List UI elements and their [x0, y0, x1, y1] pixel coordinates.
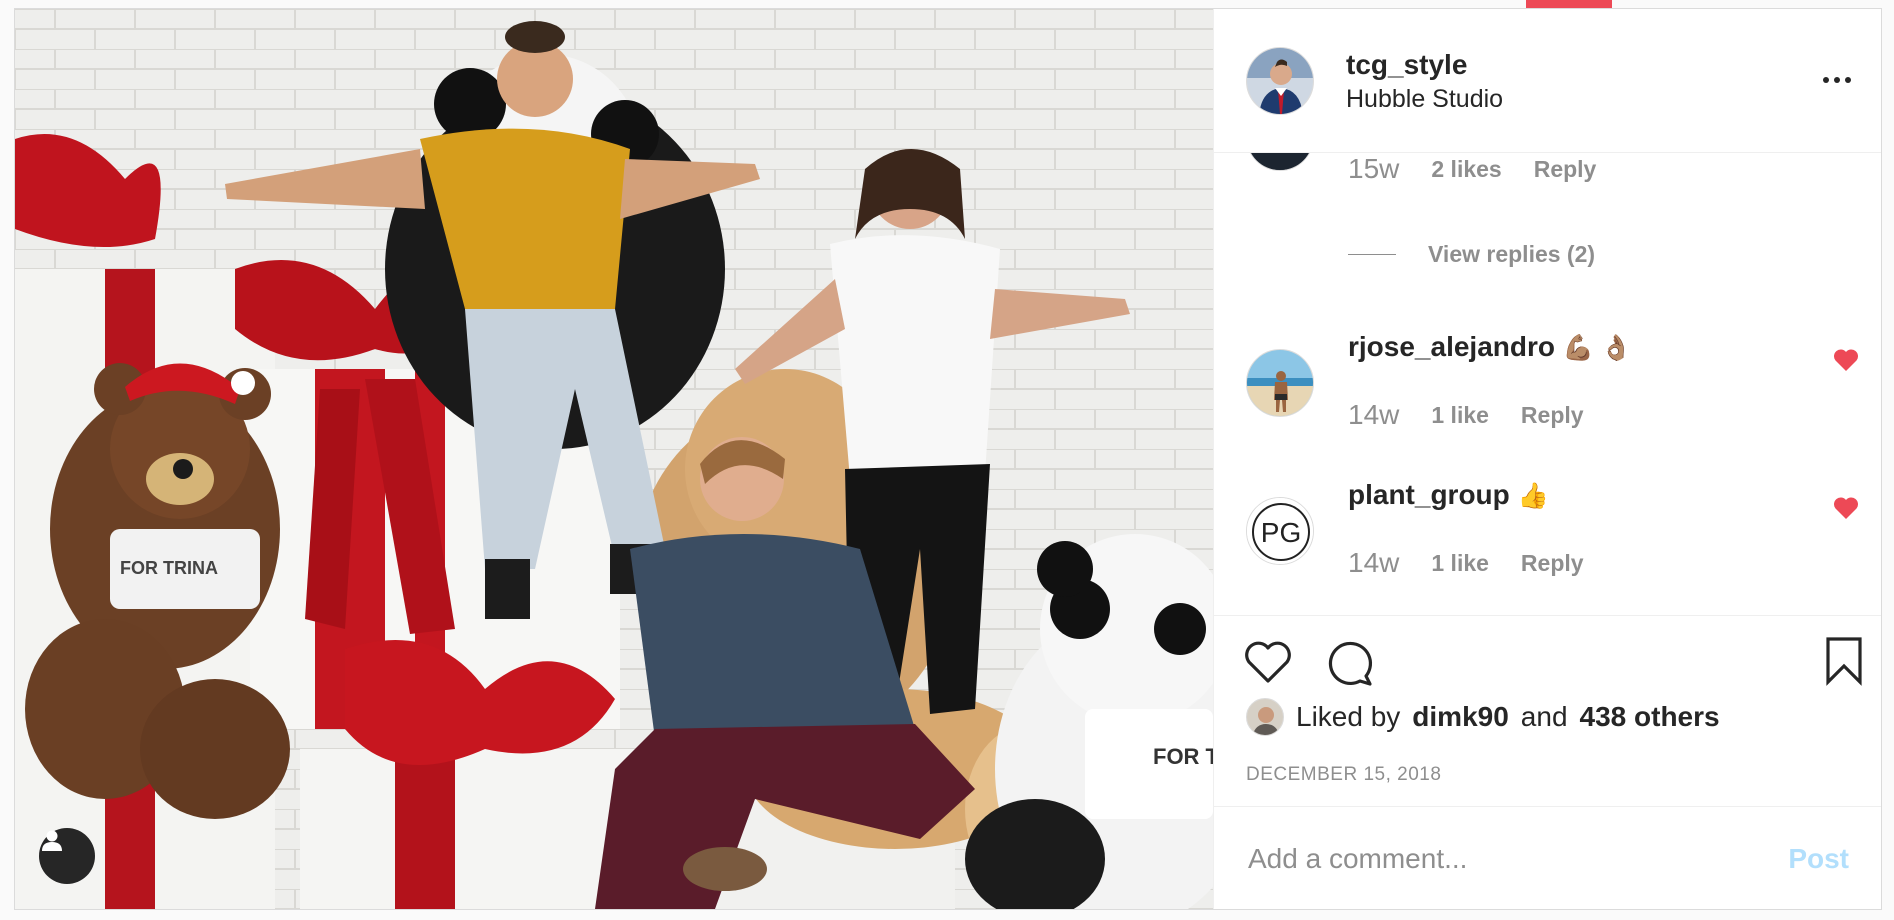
reply-button[interactable]: Reply [1521, 402, 1584, 429]
comment-author-name[interactable]: plant_group [1348, 479, 1510, 510]
comment-author[interactable]: plant_group 👍 [1348, 479, 1549, 511]
comment-likes[interactable]: 1 like [1431, 550, 1489, 577]
comment-avatar[interactable]: PG [1246, 497, 1314, 565]
reply-button[interactable]: Reply [1534, 156, 1597, 183]
comment-input[interactable] [1246, 837, 1750, 881]
owner-avatar[interactable] [1246, 47, 1314, 115]
owner-avatar-image [1247, 48, 1313, 114]
user-tag-icon [42, 830, 62, 851]
comment-likes[interactable]: 1 like [1431, 402, 1489, 429]
more-icon-dot [1823, 77, 1829, 83]
liked-by-user[interactable]: dimk90 [1412, 701, 1509, 733]
liked-by-connector: and [1520, 701, 1568, 732]
add-comment-form: Post [1214, 807, 1881, 909]
bookmark-icon[interactable] [1824, 636, 1864, 686]
comment-author[interactable]: rjose_alejandro 💪🏽 👌🏽 [1348, 331, 1632, 363]
post-actions: Liked by dimk90 and 438 others DECEMBER … [1214, 615, 1881, 807]
comment-avatar-clipped[interactable] [1246, 153, 1314, 171]
comment-avatar-image [1247, 153, 1313, 170]
post-header: tcg_style Hubble Studio [1214, 9, 1881, 153]
view-replies-label: View replies (2) [1428, 241, 1596, 267]
photo-illustration: FOR TRINA FOR T [15, 9, 1213, 909]
comment-meta: 14w 1 like Reply [1348, 399, 1584, 431]
comment-avatar[interactable] [1246, 349, 1314, 417]
post-date[interactable]: DECEMBER 15, 2018 [1246, 764, 1441, 786]
heart-icon[interactable] [1244, 640, 1292, 684]
bear-shirt-text: FOR TRINA [120, 558, 218, 578]
comment-time: 14w [1348, 547, 1400, 578]
liked-by-summary: Liked by dimk90 and 438 others [1246, 698, 1720, 736]
heart-icon[interactable] [1833, 496, 1859, 520]
comment-author-name[interactable]: rjose_alejandro [1348, 331, 1555, 362]
replies-divider [1348, 254, 1396, 255]
user-tag-button[interactable] [39, 828, 95, 884]
comments-list[interactable]: 15w 2 likes Reply View replies (2) rjose… [1214, 153, 1881, 615]
liker-avatar-image [1247, 699, 1283, 735]
post-side-panel: tcg_style Hubble Studio 15w 2 likes Repl… [1213, 9, 1881, 909]
comment-text: 👍 [1517, 482, 1549, 510]
comment-meta-top: 15w 2 likes Reply [1348, 153, 1596, 185]
more-icon-dot [1834, 77, 1840, 83]
comment-avatar-image [1247, 350, 1313, 416]
liker-avatar[interactable] [1246, 698, 1284, 736]
comment-text: 💪🏽 👌🏽 [1562, 334, 1632, 362]
comment-avatar-image: PG [1247, 498, 1313, 564]
more-icon-dot [1845, 77, 1851, 83]
pg-avatar-initials: PG [1261, 517, 1301, 548]
post-location[interactable]: Hubble Studio [1346, 85, 1503, 114]
liked-by-prefix: Liked by [1296, 701, 1401, 732]
comment-time: 15w [1348, 153, 1400, 184]
more-options-button[interactable] [1817, 65, 1857, 95]
heart-icon[interactable] [1833, 348, 1859, 372]
comment-likes[interactable]: 2 likes [1431, 156, 1501, 183]
reply-button[interactable]: Reply [1521, 550, 1584, 577]
post-photo[interactable]: FOR TRINA FOR T [15, 9, 1213, 909]
post-comment-button[interactable]: Post [1788, 843, 1849, 875]
liked-by-others[interactable]: 438 others [1580, 701, 1720, 733]
post-card: FOR TRINA FOR T tcg_style Hubble Studio … [14, 8, 1882, 910]
panda-shirt-text: FOR T [1153, 744, 1213, 769]
owner-username[interactable]: tcg_style [1346, 49, 1467, 81]
comment-icon[interactable] [1326, 640, 1374, 686]
comment-time: 14w [1348, 399, 1400, 430]
comment-meta: 14w 1 like Reply [1348, 547, 1584, 579]
view-replies-button[interactable]: View replies (2) [1348, 241, 1595, 268]
